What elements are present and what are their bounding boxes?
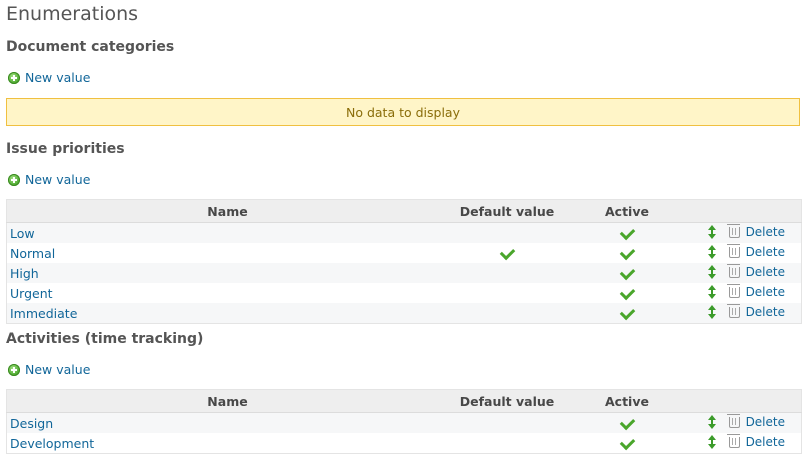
actions-cell: Delete <box>688 243 802 263</box>
check-icon <box>619 224 635 241</box>
column-header-active: Active <box>566 199 688 223</box>
check-icon <box>619 284 635 301</box>
delete-link[interactable]: Delete <box>746 245 785 259</box>
delete-link[interactable]: Delete <box>746 305 785 319</box>
column-header-default-value: Default value <box>448 199 566 223</box>
new-value-label: New value <box>25 172 91 187</box>
section-title-document-categories: Document categories <box>6 39 175 55</box>
active-cell <box>566 433 688 454</box>
delete-link[interactable]: Delete <box>746 225 785 239</box>
trash-icon <box>726 304 740 318</box>
active-cell <box>566 412 688 433</box>
name-cell: High <box>6 263 448 283</box>
delete-link[interactable]: Delete <box>746 265 785 279</box>
check-icon <box>619 414 635 431</box>
table-row: High Delete <box>6 263 802 283</box>
default-value-cell <box>448 283 566 303</box>
page-title: Enumerations <box>6 3 139 25</box>
table-row: Development Delete <box>6 433 802 454</box>
actions-cell: Delete <box>688 283 802 303</box>
trash-icon <box>726 284 740 298</box>
name-cell: Development <box>6 433 448 454</box>
table-row: Immediate Delete <box>6 303 802 324</box>
delete-link[interactable]: Delete <box>746 285 785 299</box>
new-value-link-issue-priorities[interactable]: New value <box>8 172 90 187</box>
plus-circle-icon <box>8 363 20 376</box>
active-cell <box>566 263 688 283</box>
check-icon <box>499 244 515 261</box>
actions-cell: Delete <box>688 412 802 433</box>
actions-cell: Delete <box>688 303 802 324</box>
enumeration-name-link[interactable]: Urgent <box>10 286 53 301</box>
check-icon <box>619 304 635 321</box>
table-row: Low Delete <box>6 222 802 243</box>
active-cell <box>566 303 688 324</box>
trash-icon <box>726 244 740 258</box>
enumeration-name-link[interactable]: Low <box>10 226 35 241</box>
section-title-activities: Activities (time tracking) <box>6 331 204 347</box>
sort-arrows-icon[interactable] <box>707 264 717 279</box>
column-header-active: Active <box>566 389 688 413</box>
actions-cell: Delete <box>688 263 802 283</box>
column-header-name: Name <box>6 199 448 223</box>
issue-priorities-table: Name Default value Active Low Delete Norma… <box>6 199 802 324</box>
enumeration-name-link[interactable]: Design <box>10 416 53 431</box>
default-value-cell <box>448 243 566 263</box>
enumeration-name-link[interactable]: High <box>10 266 39 281</box>
enumeration-name-link[interactable]: Development <box>10 436 94 451</box>
sort-arrows-icon[interactable] <box>707 434 717 449</box>
name-cell: Normal <box>6 243 448 263</box>
trash-icon <box>726 414 740 428</box>
name-cell: Design <box>6 412 448 433</box>
default-value-cell <box>448 303 566 324</box>
sort-arrows-icon[interactable] <box>707 284 717 299</box>
default-value-cell <box>448 412 566 433</box>
delete-link[interactable]: Delete <box>746 435 785 449</box>
table-row: Urgent Delete <box>6 283 802 303</box>
table-row: Normal Delete <box>6 243 802 263</box>
column-header-actions <box>688 389 802 413</box>
delete-link[interactable]: Delete <box>746 415 785 429</box>
trash-icon <box>726 264 740 278</box>
activities-table: Name Default value Active Design Delete De… <box>6 389 802 454</box>
new-value-label: New value <box>25 362 91 377</box>
actions-cell: Delete <box>688 222 802 243</box>
plus-circle-icon <box>8 173 20 186</box>
sort-arrows-icon[interactable] <box>707 414 717 429</box>
column-header-name: Name <box>6 389 448 413</box>
trash-icon <box>726 224 740 238</box>
enumeration-name-link[interactable]: Immediate <box>10 306 77 321</box>
enumeration-name-link[interactable]: Normal <box>10 246 55 261</box>
table-row: Design Delete <box>6 412 802 433</box>
column-header-default-value: Default value <box>448 389 566 413</box>
default-value-cell <box>448 263 566 283</box>
no-data-notice: No data to display <box>6 98 800 126</box>
new-value-label: New value <box>25 70 91 85</box>
sort-arrows-icon[interactable] <box>707 224 717 239</box>
sort-arrows-icon[interactable] <box>707 244 717 259</box>
section-title-issue-priorities: Issue priorities <box>6 141 125 157</box>
check-icon <box>619 264 635 281</box>
plus-circle-icon <box>8 71 20 84</box>
active-cell <box>566 243 688 263</box>
name-cell: Urgent <box>6 283 448 303</box>
trash-icon <box>726 434 740 448</box>
name-cell: Immediate <box>6 303 448 324</box>
check-icon <box>619 434 635 451</box>
default-value-cell <box>448 222 566 243</box>
name-cell: Low <box>6 222 448 243</box>
column-header-actions <box>688 199 802 223</box>
active-cell <box>566 283 688 303</box>
new-value-link-activities[interactable]: New value <box>8 362 90 377</box>
default-value-cell <box>448 433 566 454</box>
new-value-link-document-categories[interactable]: New value <box>8 70 90 85</box>
actions-cell: Delete <box>688 433 802 454</box>
active-cell <box>566 222 688 243</box>
sort-arrows-icon[interactable] <box>707 304 717 319</box>
enumerations-page: Enumerations Document categories New val… <box>0 0 810 475</box>
check-icon <box>619 244 635 261</box>
